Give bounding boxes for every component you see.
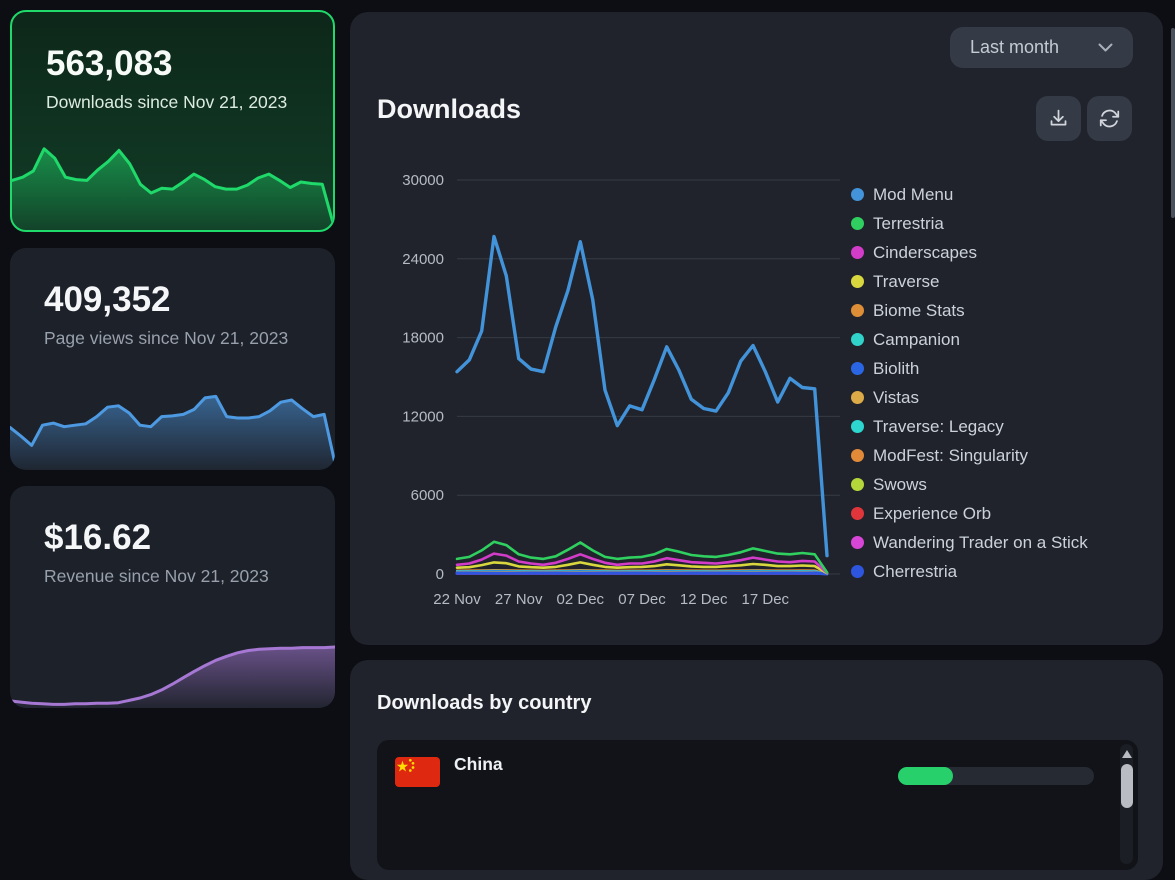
svg-text:17 Dec: 17 Dec — [742, 591, 790, 608]
legend-label: Campanion — [873, 330, 960, 350]
country-name: China — [454, 754, 503, 775]
downloads-chart-title: Downloads — [377, 94, 521, 125]
legend-item-traverse-legacy[interactable]: Traverse: Legacy — [851, 412, 1088, 441]
legend-label: Traverse: Legacy — [873, 417, 1004, 437]
legend-label: Swows — [873, 475, 927, 495]
svg-text:24000: 24000 — [402, 251, 444, 268]
china-flag-icon — [395, 757, 440, 787]
legend-item-swows[interactable]: Swows — [851, 470, 1088, 499]
svg-text:27 Nov: 27 Nov — [495, 591, 543, 608]
legend-dot — [851, 507, 864, 520]
legend-label: Wandering Trader on a Stick — [873, 533, 1088, 553]
legend-dot — [851, 478, 864, 491]
time-range-label: Last month — [970, 37, 1059, 58]
page-views-total-label: Page views since Nov 21, 2023 — [44, 327, 306, 350]
downloads-panel: Last month Downloads 0 6000 12000 18000 2400… — [350, 12, 1163, 645]
revenue-total: $16.62 — [44, 518, 335, 558]
legend-label: Terrestria — [873, 214, 944, 234]
legend-label: Vistas — [873, 388, 919, 408]
stat-card-revenue[interactable]: $16.62 Revenue since Nov 21, 2023 — [10, 486, 335, 708]
legend-dot — [851, 333, 864, 346]
legend-item-experience-orb[interactable]: Experience Orb — [851, 499, 1088, 528]
legend-item-mod-menu[interactable]: Mod Menu — [851, 180, 1088, 209]
scroll-up-arrow-icon[interactable] — [1122, 750, 1132, 758]
svg-text:22 Nov: 22 Nov — [433, 591, 481, 608]
country-panel: Downloads by country China — [350, 660, 1163, 880]
legend-item-wandering-trader-on-a-stick[interactable]: Wandering Trader on a Stick — [851, 528, 1088, 557]
legend-label: Biolith — [873, 359, 919, 379]
legend-label: Cinderscapes — [873, 243, 977, 263]
page-views-total: 409,352 — [44, 280, 335, 320]
legend-dot — [851, 565, 864, 578]
country-panel-title: Downloads by country — [377, 692, 591, 715]
country-bar-track — [898, 767, 1094, 785]
downloads-total-label: Downloads since Nov 21, 2023 — [46, 91, 308, 114]
revenue-total-label: Revenue since Nov 21, 2023 — [44, 565, 306, 588]
legend-dot — [851, 246, 864, 259]
legend-label: Mod Menu — [873, 185, 953, 205]
time-range-select[interactable]: Last month — [950, 27, 1133, 68]
legend-dot — [851, 449, 864, 462]
legend-item-biolith[interactable]: Biolith — [851, 354, 1088, 383]
chevron-down-icon — [1098, 43, 1113, 52]
svg-text:12000: 12000 — [402, 408, 444, 425]
legend-label: Traverse — [873, 272, 939, 292]
export-download-button[interactable] — [1036, 96, 1081, 141]
legend-item-terrestria[interactable]: Terrestria — [851, 209, 1088, 238]
svg-text:12 Dec: 12 Dec — [680, 591, 728, 608]
country-list: China — [377, 740, 1138, 870]
chart-legend: Mod Menu Terrestria Cinderscapes Traverse Bi… — [851, 180, 1088, 586]
country-list-scrollbar[interactable] — [1120, 744, 1133, 864]
legend-dot — [851, 275, 864, 288]
svg-text:6000: 6000 — [411, 487, 444, 504]
legend-label: ModFest: Singularity — [873, 446, 1028, 466]
downloads-sparkline — [12, 145, 333, 230]
refresh-button[interactable] — [1087, 96, 1132, 141]
legend-label: Experience Orb — [873, 504, 991, 524]
analytics-dashboard: { "stat_cards": [ {"id":"downloads","val… — [0, 0, 1175, 774]
legend-dot — [851, 536, 864, 549]
page-views-sparkline — [10, 392, 335, 470]
svg-text:02 Dec: 02 Dec — [557, 591, 605, 608]
stat-card-page-views[interactable]: 409,352 Page views since Nov 21, 2023 — [10, 248, 335, 470]
download-icon — [1048, 108, 1069, 129]
refresh-icon — [1099, 108, 1120, 129]
scroll-thumb[interactable] — [1121, 764, 1133, 808]
svg-text:18000: 18000 — [402, 330, 444, 347]
legend-label: Biome Stats — [873, 301, 965, 321]
revenue-sparkline — [10, 644, 335, 708]
legend-dot — [851, 217, 864, 230]
legend-dot — [851, 362, 864, 375]
legend-item-biome-stats[interactable]: Biome Stats — [851, 296, 1088, 325]
legend-dot — [851, 304, 864, 317]
legend-label: Cherrestria — [873, 562, 957, 582]
stat-card-downloads[interactable]: 563,083 Downloads since Nov 21, 2023 — [10, 10, 335, 232]
svg-text:07 Dec: 07 Dec — [618, 591, 666, 608]
legend-item-cinderscapes[interactable]: Cinderscapes — [851, 238, 1088, 267]
svg-text:0: 0 — [436, 566, 444, 583]
chart-actions — [1036, 96, 1132, 141]
legend-item-campanion[interactable]: Campanion — [851, 325, 1088, 354]
legend-item-traverse[interactable]: Traverse — [851, 267, 1088, 296]
country-bar-fill — [898, 767, 953, 785]
legend-item-vistas[interactable]: Vistas — [851, 383, 1088, 412]
legend-item-cherrestria[interactable]: Cherrestria — [851, 557, 1088, 586]
downloads-total: 563,083 — [46, 44, 333, 84]
legend-dot — [851, 391, 864, 404]
page-scrollbar[interactable] — [1171, 28, 1175, 218]
svg-text:30000: 30000 — [402, 172, 444, 189]
country-row-china: China — [377, 740, 1118, 800]
legend-dot — [851, 188, 864, 201]
legend-item-modfest-singularity[interactable]: ModFest: Singularity — [851, 441, 1088, 470]
legend-dot — [851, 420, 864, 433]
